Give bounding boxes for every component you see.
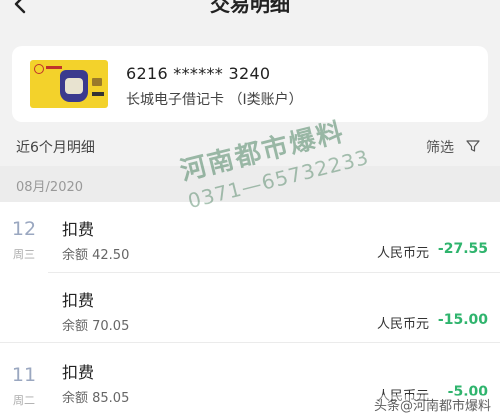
card-number: 6216 ****** 3240 [126, 64, 271, 83]
card-image [30, 60, 108, 108]
watermark-corner: 头条@河南都市爆料 [372, 395, 494, 414]
funnel-icon [466, 140, 480, 152]
card-chip-icon [92, 78, 102, 86]
transaction-amount: -15.00 [437, 312, 488, 328]
date-group-12: 12 周三 [0, 202, 48, 342]
transaction-type: 扣费 [62, 291, 95, 310]
date-weekday: 周二 [13, 394, 35, 407]
page-title: 交易明细 [210, 0, 290, 16]
filter-row: 近6个月明细 筛选 [0, 128, 500, 166]
filter-button[interactable]: 筛选 [424, 134, 490, 160]
month-label: 08月/2020 [16, 180, 84, 195]
filter-label: 筛选 [426, 140, 454, 156]
opera-mask-face [65, 78, 83, 94]
transaction-row[interactable]: 扣费 余额 42.50 人民币元 -27.55 [48, 202, 500, 272]
transaction-balance: 余额 85.05 [62, 391, 130, 406]
date-day: 11 [11, 364, 37, 386]
transaction-currency: 人民币元 [377, 317, 430, 332]
transaction-currency: 人民币元 [377, 246, 430, 261]
account-card[interactable]: 6216 ****** 3240 长城电子借记卡 （I类账户） [12, 46, 488, 122]
row-divider [0, 342, 500, 343]
top-bar: 交易明细 [0, 0, 500, 26]
month-header: 08月/2020 [0, 166, 500, 202]
bank-logo-icon [34, 64, 44, 74]
period-label: 近6个月明细 [16, 140, 95, 156]
transaction-balance: 余额 42.50 [62, 248, 130, 263]
card-band [46, 66, 62, 69]
transaction-type: 扣费 [62, 220, 95, 239]
date-day: 12 [11, 218, 37, 240]
date-weekday: 周三 [13, 248, 35, 261]
card-name: 长城电子借记卡 （I类账户） [126, 92, 303, 108]
transaction-amount: -27.55 [437, 241, 488, 257]
transaction-type: 扣费 [62, 363, 95, 382]
transaction-balance: 余额 70.05 [62, 319, 130, 334]
card-stripe [92, 92, 104, 96]
transaction-list: 12 周三 11 周二 扣费 余额 42.50 人民币元 -27.55 扣费 余… [0, 202, 500, 419]
date-group-11: 11 周二 [0, 342, 48, 419]
transaction-row[interactable]: 扣费 余额 70.05 人民币元 -15.00 [48, 273, 500, 343]
